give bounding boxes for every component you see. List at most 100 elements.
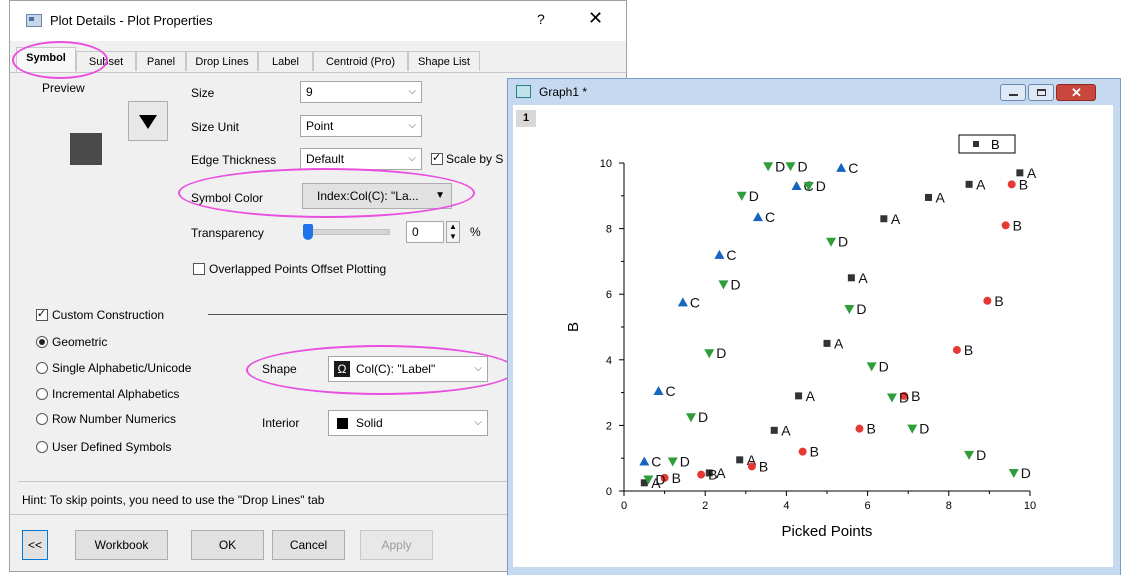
interior-label: Interior	[262, 416, 300, 430]
y-tick-label: 8	[606, 224, 612, 236]
data-label: D	[879, 358, 889, 374]
data-label: D	[797, 158, 807, 174]
tab-label[interactable]: Label	[258, 51, 313, 71]
transparency-slider-thumb[interactable]	[303, 224, 313, 240]
y-axis-title: B	[565, 322, 582, 332]
x-tick-label: 6	[865, 500, 871, 512]
data-point-b	[747, 462, 756, 471]
y-tick-label: 2	[606, 420, 612, 432]
data-point-b	[1007, 180, 1016, 189]
chevron-down-icon: ⌵	[408, 153, 416, 164]
transparency-slider-track[interactable]	[306, 229, 390, 235]
radio-geometric-label: Geometric	[52, 335, 108, 349]
legend-marker	[973, 141, 979, 147]
plot-axes: 0 2 4 6 8 10 0 2 4 6 8 10 Picked Points B B	[565, 134, 1036, 540]
dialog-titlebar[interactable]: Plot Details - Plot Properties ? ✕	[10, 1, 626, 41]
data-point-a	[965, 180, 973, 188]
data-label: D	[1021, 465, 1031, 481]
data-label: D	[838, 234, 848, 250]
y-tick-label: 6	[606, 289, 612, 301]
x-tick-label: 4	[783, 500, 789, 512]
data-label: B	[1019, 176, 1028, 192]
radio-single-alphabetic-label: Single Alphabetic/Unicode	[52, 361, 192, 375]
transparency-input[interactable]: 0	[406, 221, 444, 243]
chevron-down-icon: ⌵	[408, 86, 416, 97]
data-label: A	[976, 176, 986, 192]
interior-value: Solid	[356, 416, 383, 430]
data-point-a	[795, 392, 803, 400]
data-point-d	[844, 304, 855, 314]
data-label: C	[690, 294, 700, 310]
data-point-a	[847, 274, 855, 282]
scale-by-size-label: Scale by S	[446, 152, 504, 166]
radio-incremental-alphabetics[interactable]	[36, 388, 48, 400]
custom-construction-checkbox[interactable]	[36, 307, 48, 321]
triangle-down-icon	[139, 115, 157, 129]
radio-incremental-alphabetics-label: Incremental Alphabetics	[52, 387, 180, 401]
data-label: C	[765, 209, 775, 225]
data-label: B	[1013, 217, 1022, 233]
data-label: D	[976, 447, 986, 463]
legend-label: B	[991, 137, 1000, 152]
data-label: A	[834, 335, 844, 351]
symbol-picker-button[interactable]	[128, 101, 168, 141]
data-point-d	[886, 393, 897, 403]
tab-panel[interactable]: Panel	[136, 51, 186, 71]
workbook-button[interactable]: Workbook	[75, 530, 168, 560]
radio-geometric[interactable]	[36, 336, 48, 348]
data-point-d	[1008, 468, 1019, 478]
hint-divider	[18, 481, 513, 482]
size-unit-combo[interactable]: Point ⌵	[300, 115, 422, 137]
edge-thickness-combo[interactable]: Default ⌵	[300, 148, 422, 170]
window-icon	[26, 14, 42, 27]
tab-centroid[interactable]: Centroid (Pro)	[313, 51, 408, 71]
x-tick-label: 8	[946, 500, 952, 512]
data-point-a	[925, 193, 932, 201]
data-label: B	[759, 458, 768, 474]
data-label: D	[899, 390, 909, 406]
size-unit-label: Size Unit	[191, 120, 240, 134]
data-label: A	[716, 465, 726, 481]
data-label: C	[651, 453, 661, 469]
data-label: A	[936, 189, 946, 205]
data-label: C	[666, 383, 676, 399]
close-button[interactable]: ✕	[588, 8, 603, 29]
x-tick-label: 2	[702, 500, 708, 512]
data-label: D	[730, 276, 740, 292]
radio-user-defined[interactable]	[36, 441, 48, 453]
data-label: A	[781, 422, 791, 438]
size-label: Size	[191, 86, 215, 100]
highlight-symbol-color	[178, 168, 475, 218]
overlapped-points-checkbox[interactable]	[193, 263, 205, 275]
solid-fill-icon	[337, 418, 348, 429]
data-point-d	[667, 457, 678, 467]
data-label: C	[726, 247, 736, 263]
apply-button[interactable]: Apply	[360, 530, 433, 560]
help-button[interactable]: ?	[537, 11, 545, 27]
data-label: D	[816, 178, 826, 194]
scale-by-size-checkbox[interactable]	[431, 151, 443, 165]
edge-thickness-value: Default	[306, 152, 345, 166]
data-point-a	[736, 456, 744, 464]
ok-button[interactable]: OK	[191, 530, 264, 560]
data-point-a	[1016, 169, 1024, 177]
chevron-down-icon: ⌵	[474, 417, 482, 428]
preview-label: Preview	[42, 81, 85, 95]
symbol-preview	[70, 133, 102, 165]
tab-divider	[10, 72, 626, 73]
data-label: D	[856, 301, 866, 317]
data-point-b	[983, 296, 992, 305]
radio-single-alphabetic[interactable]	[36, 362, 48, 374]
tab-shape-list[interactable]: Shape List	[408, 51, 480, 71]
transparency-value: 0	[412, 225, 419, 239]
transparency-spinner[interactable]: ▲ ▼	[446, 221, 460, 243]
data-label: B	[708, 467, 717, 483]
radio-row-number-numerics[interactable]	[36, 413, 48, 425]
data-label: D	[775, 158, 785, 174]
cancel-button[interactable]: Cancel	[272, 530, 345, 560]
tab-drop-lines[interactable]: Drop Lines	[186, 51, 258, 71]
size-combo[interactable]: 9 ⌵	[300, 81, 422, 103]
collapse-button[interactable]: <<	[22, 530, 48, 560]
interior-combo[interactable]: Solid ⌵	[328, 410, 488, 436]
data-label: D	[655, 472, 665, 488]
